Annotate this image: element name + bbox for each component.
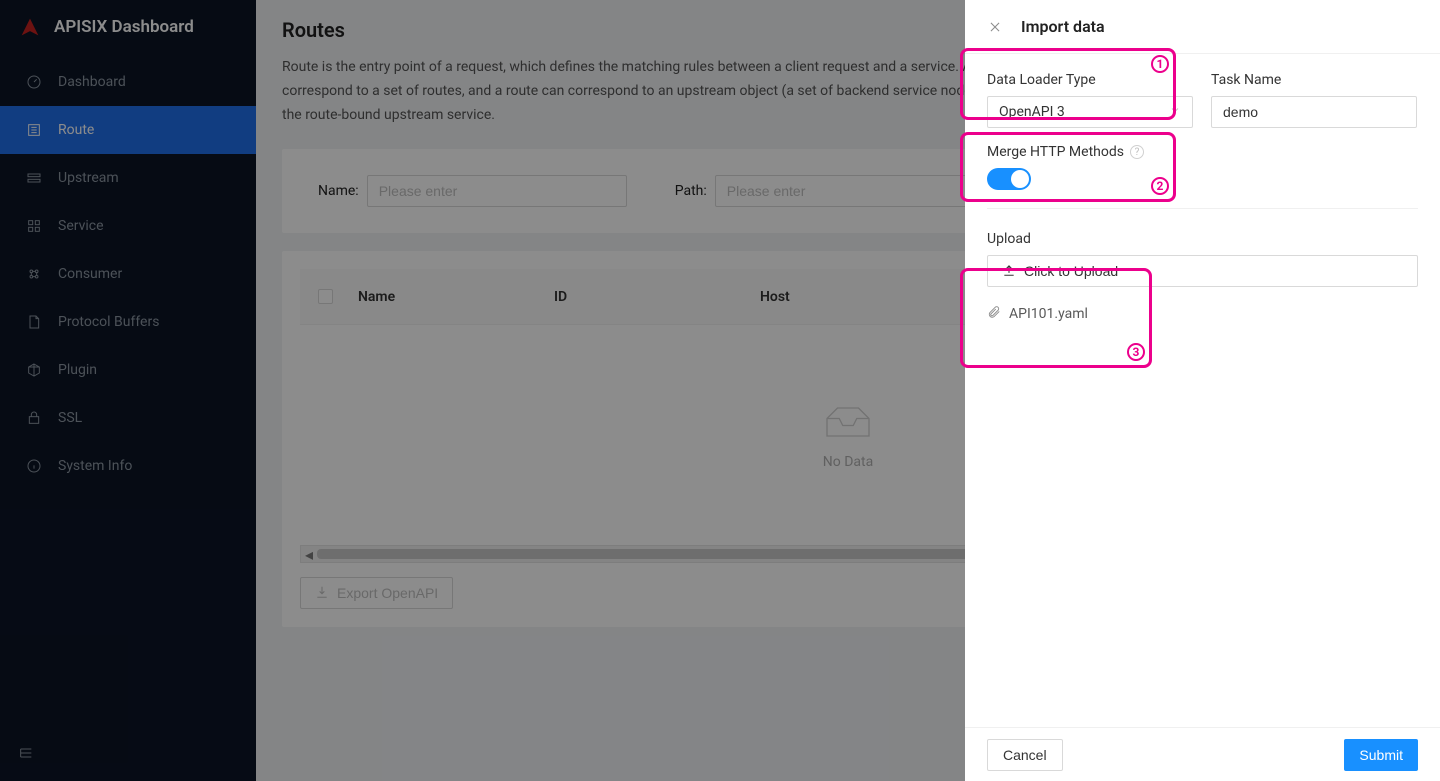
- import-data-drawer: Import data Data Loader Type OpenAPI 3 T…: [965, 0, 1440, 781]
- chevron-down-icon: [1169, 104, 1181, 120]
- modal-backdrop[interactable]: [0, 0, 965, 781]
- drawer-title: Import data: [1021, 17, 1105, 36]
- submit-button[interactable]: Submit: [1344, 739, 1418, 771]
- data-loader-type-select[interactable]: OpenAPI 3: [987, 96, 1193, 128]
- drawer-header: Import data: [965, 0, 1440, 54]
- task-name-label: Task Name: [1211, 72, 1417, 88]
- drawer-body: Data Loader Type OpenAPI 3 Task Name Mer…: [965, 54, 1440, 727]
- data-loader-type-label: Data Loader Type: [987, 72, 1193, 88]
- merge-http-methods-label: Merge HTTP Methods: [987, 144, 1124, 160]
- paperclip-icon: [987, 305, 1001, 323]
- toggle-knob: [1011, 170, 1029, 188]
- click-to-upload-button[interactable]: Click to Upload: [987, 255, 1418, 287]
- divider: [987, 208, 1418, 209]
- merge-http-methods-field: Merge HTTP Methods ?: [987, 144, 1193, 190]
- drawer-footer: Cancel Submit: [965, 727, 1440, 781]
- help-icon[interactable]: ?: [1130, 145, 1144, 159]
- data-loader-type-field: Data Loader Type OpenAPI 3: [987, 72, 1193, 128]
- cancel-button[interactable]: Cancel: [987, 739, 1063, 771]
- upload-button-label: Click to Upload: [1024, 263, 1118, 279]
- upload-label: Upload: [987, 231, 1418, 247]
- task-name-input[interactable]: [1211, 96, 1417, 128]
- close-icon[interactable]: [987, 19, 1003, 35]
- task-name-field: Task Name: [1211, 72, 1417, 128]
- merge-http-methods-toggle[interactable]: [987, 168, 1031, 190]
- data-loader-type-value: OpenAPI 3: [999, 104, 1065, 120]
- callout-number-1: 1: [1151, 55, 1169, 73]
- upload-icon: [1002, 263, 1016, 280]
- uploaded-file-row[interactable]: API101.yaml: [987, 305, 1418, 323]
- upload-field: Upload Click to Upload API101.yaml: [987, 231, 1418, 323]
- callout-number-3: 3: [1127, 343, 1145, 361]
- uploaded-file-name: API101.yaml: [1009, 306, 1088, 322]
